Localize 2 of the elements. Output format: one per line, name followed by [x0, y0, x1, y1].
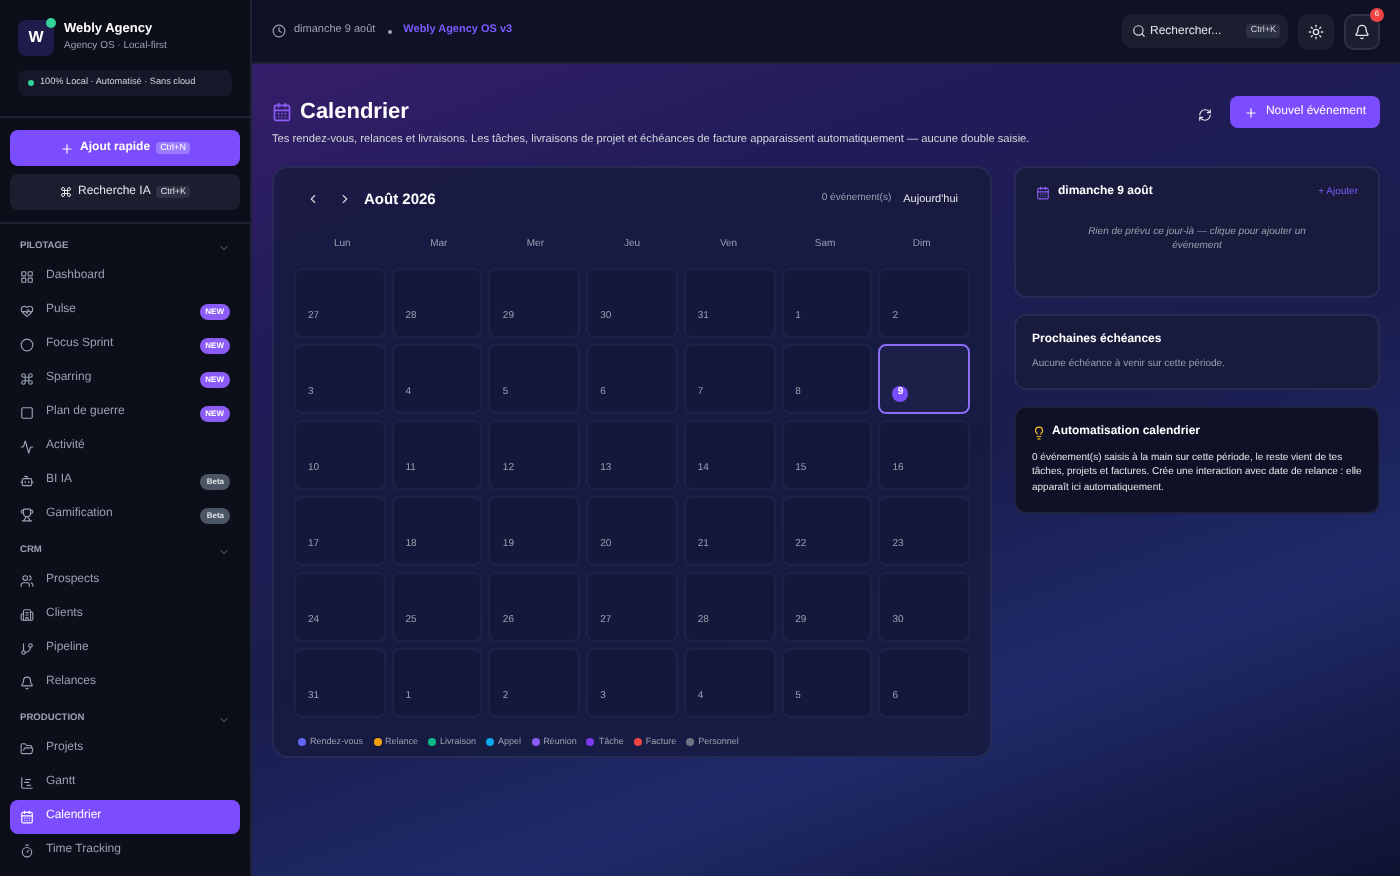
- page-title: Calendrier: [300, 98, 409, 128]
- logo: W: [18, 20, 54, 56]
